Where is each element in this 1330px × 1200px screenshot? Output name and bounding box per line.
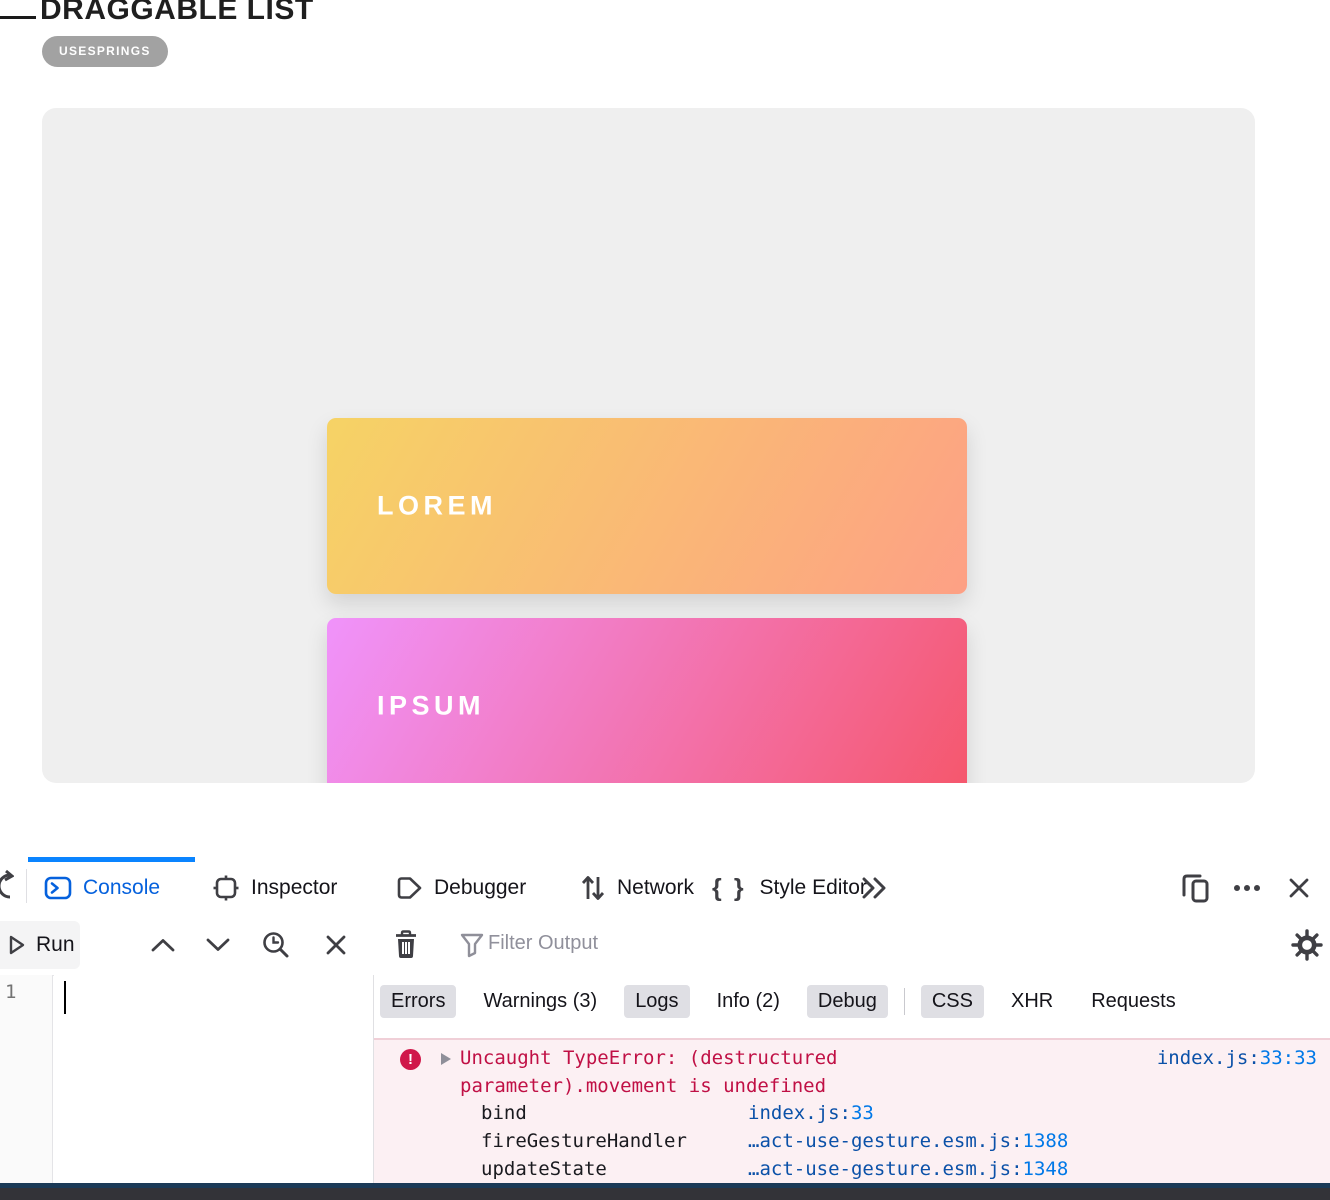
history-previous-button[interactable] xyxy=(146,928,180,962)
draggable-card-lorem[interactable]: LOREM xyxy=(327,418,967,594)
error-location-link[interactable]: index.js:33:33 xyxy=(1157,1044,1317,1072)
card-label: IPSUM xyxy=(377,690,486,721)
usesprings-badge: USESPRINGS xyxy=(42,36,168,67)
reverse-search-icon[interactable] xyxy=(259,928,293,962)
stack-trace: bind index.js:33 fireGestureHandler …act… xyxy=(481,1099,1068,1183)
stack-frame: updateState …act-use-gesture.esm.js:1348 xyxy=(481,1155,1068,1183)
meatball-menu-button[interactable] xyxy=(1230,871,1264,905)
active-tab-indicator xyxy=(28,857,195,862)
filter-requests[interactable]: Requests xyxy=(1080,985,1187,1018)
tab-label: Network xyxy=(617,876,695,899)
tab-label: Console xyxy=(83,876,161,899)
tab-console[interactable]: Console xyxy=(44,867,160,909)
frame-location-link[interactable]: …act-use-gesture.esm.js:1348 xyxy=(748,1155,1068,1183)
chevron-double-right-icon xyxy=(858,875,890,901)
tabbar-right-buttons xyxy=(1178,867,1316,909)
stack-frame: fireGestureHandler …act-use-gesture.esm.… xyxy=(481,1127,1068,1155)
tab-debugger[interactable]: Debugger xyxy=(395,867,526,909)
debugger-icon xyxy=(395,876,423,900)
play-icon xyxy=(9,935,25,955)
filter-debug[interactable]: Debug xyxy=(806,985,888,1018)
console-toolbar: Run Filter Output xyxy=(0,915,1330,1021)
filter-info[interactable]: Info (2) xyxy=(706,985,791,1018)
filter-logs[interactable]: Logs xyxy=(624,985,690,1018)
filter-warnings[interactable]: Warnings (3) xyxy=(472,985,608,1018)
location-file: index.js: xyxy=(1156,1047,1260,1069)
tabbar-divider xyxy=(26,869,27,903)
braces-icon: { } xyxy=(712,873,749,902)
stack-frame: bind index.js:33 xyxy=(481,1099,1068,1127)
close-devtools-button[interactable] xyxy=(1282,871,1316,905)
devtools-tabbar: Console Inspector Debugger Network {} S… xyxy=(0,857,1330,916)
filter-css[interactable]: CSS xyxy=(920,985,984,1018)
console-icon xyxy=(44,875,72,901)
console-output-pane: Errors Warnings (3) Logs Info (2) Debug … xyxy=(374,975,1330,1183)
frame-location-link[interactable]: index.js:33 xyxy=(748,1099,874,1127)
more-tabs-button[interactable] xyxy=(858,867,890,909)
inspector-icon xyxy=(212,874,240,902)
tab-label: Debugger xyxy=(434,876,527,899)
text-caret xyxy=(64,981,66,1014)
multiline-editor[interactable] xyxy=(54,975,373,1183)
editor-gutter: 1 xyxy=(0,975,53,1183)
line-number: 1 xyxy=(5,981,17,1003)
frame-function: fireGestureHandler xyxy=(481,1130,687,1152)
run-label: Run xyxy=(36,933,75,956)
devtools: Console Inspector Debugger Network {} S… xyxy=(0,857,1330,1200)
page-title: DRAGGABLE LIST xyxy=(40,0,314,26)
filter-divider xyxy=(903,988,905,1015)
tab-style-editor[interactable]: { } Style Editor xyxy=(712,867,867,909)
filter-xhr[interactable]: XHR xyxy=(1000,985,1064,1018)
close-editor-button[interactable] xyxy=(319,928,353,962)
tab-inspector[interactable]: Inspector xyxy=(212,867,337,909)
history-next-button[interactable] xyxy=(201,928,235,962)
tab-label: Style Editor xyxy=(759,876,867,899)
screen: DRAGGABLE LIST USESPRINGS LOREM IPSUM Co… xyxy=(0,0,1330,1200)
disclosure-triangle-icon[interactable] xyxy=(441,1053,451,1065)
error-message: Uncaught TypeError: (destructured parame… xyxy=(460,1047,838,1097)
card-label: LOREM xyxy=(377,490,497,521)
clear-console-trash-button[interactable] xyxy=(389,928,423,962)
tab-network[interactable]: Network xyxy=(580,867,694,909)
error-icon: ! xyxy=(400,1049,421,1070)
console-settings-gear-button[interactable] xyxy=(1290,928,1324,962)
heading-underline xyxy=(0,16,36,19)
draggable-list-panel: LOREM IPSUM xyxy=(42,108,1255,783)
responsive-design-mode-button[interactable] xyxy=(1178,871,1212,905)
window-bottom-bar xyxy=(0,1188,1330,1200)
clipped-toolbox-icon xyxy=(0,869,14,903)
filter-errors[interactable]: Errors xyxy=(380,985,457,1018)
draggable-card-ipsum[interactable]: IPSUM xyxy=(327,618,967,783)
filter-output-input[interactable]: Filter Output xyxy=(488,932,598,955)
frame-location-link[interactable]: …act-use-gesture.esm.js:1388 xyxy=(748,1127,1068,1155)
filter-funnel-icon xyxy=(455,928,489,962)
location-position: 33:33 xyxy=(1259,1047,1317,1069)
console-error-row: ! Uncaught TypeError: (destructured para… xyxy=(374,1038,1330,1183)
network-icon xyxy=(580,874,606,902)
log-filter-bar: Errors Warnings (3) Logs Info (2) Debug … xyxy=(380,985,1187,1018)
console-content: 1 Errors Warnings (3) Logs Info (2) Debu… xyxy=(0,975,1330,1183)
run-button[interactable]: Run xyxy=(0,921,80,969)
frame-function: updateState xyxy=(481,1158,607,1180)
frame-function: bind xyxy=(481,1102,527,1124)
tab-label: Inspector xyxy=(251,876,338,899)
